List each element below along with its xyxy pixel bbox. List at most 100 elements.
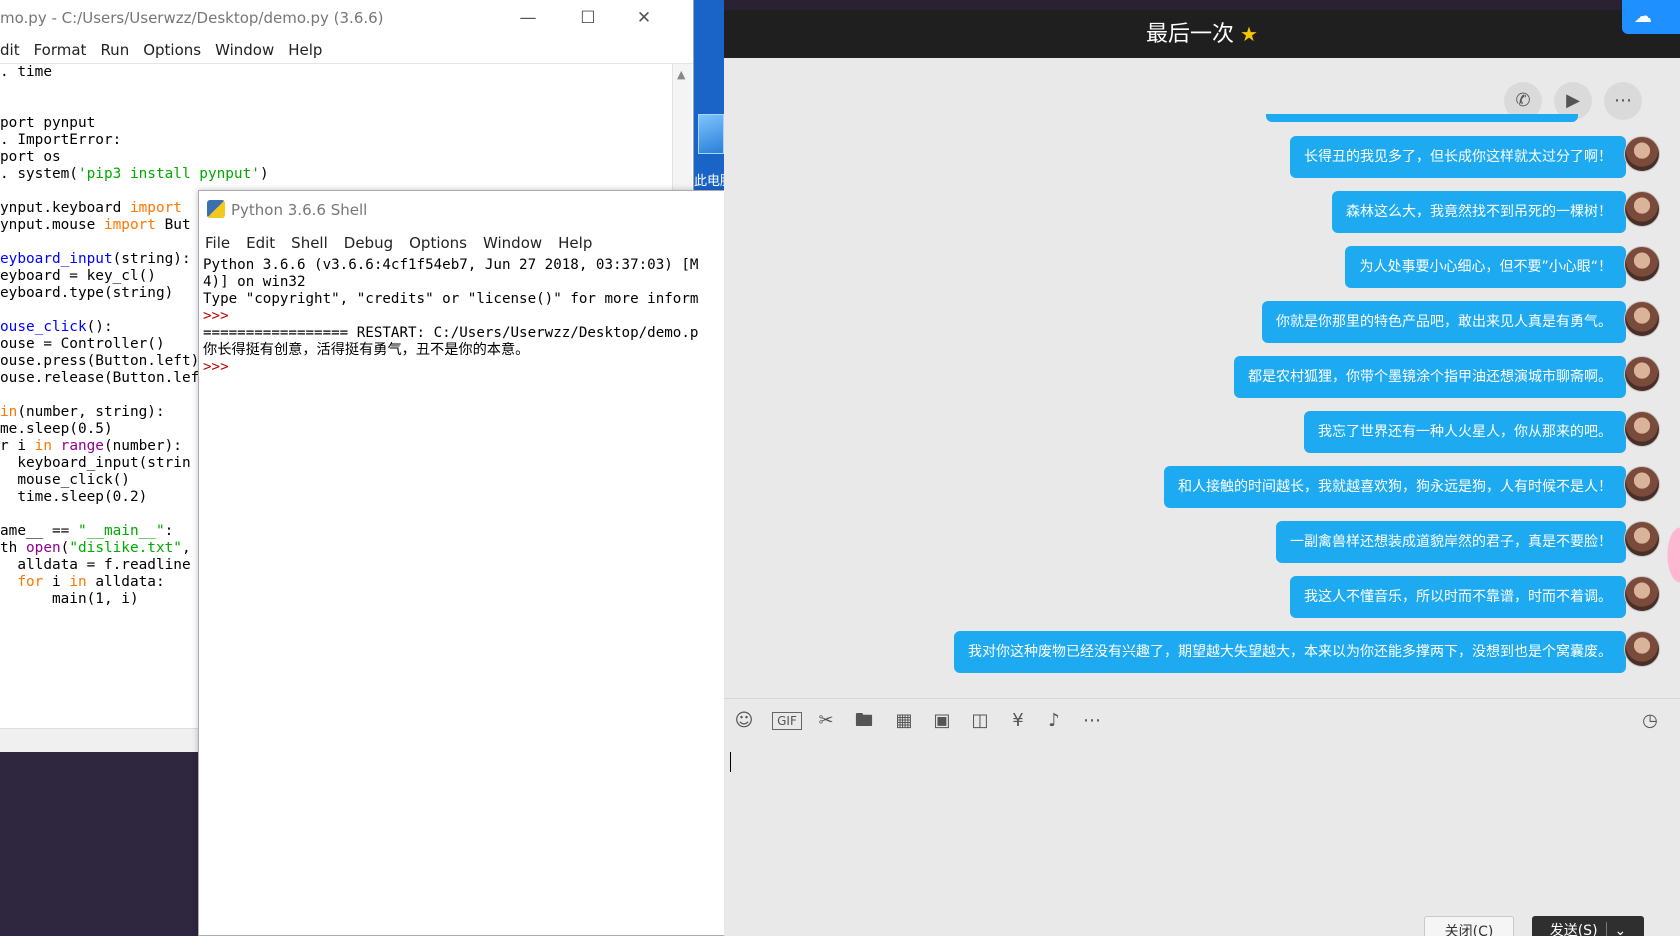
red-packet-icon[interactable]: ¥ <box>1006 709 1030 733</box>
message-row: 一副禽兽样还想装成道貌岸然的君子，真是不要脸！ <box>726 521 1626 563</box>
this-pc-desktop-icon[interactable]: 此电脑 <box>694 108 733 189</box>
shell-title: Python 3.6.6 Shell <box>231 201 368 219</box>
scissors-icon[interactable]: ✂ <box>814 709 838 733</box>
code-line: . ImportError: <box>0 132 122 148</box>
menu-format[interactable]: Format <box>34 41 87 59</box>
message-row: 和人接触的时间越长，我就越喜欢狗，狗永远是狗，人有时候不是人！ <box>726 466 1626 508</box>
avatar[interactable] <box>1624 411 1660 447</box>
shell-prompt: >>> <box>203 308 229 324</box>
message-bubble[interactable]: 我忘了世界还有一种人火星人，你从那来的吧。 <box>1304 411 1626 453</box>
monitor-icon <box>698 114 724 154</box>
chat-window: 最后一次 ★ ✆ ▶ ⋯ 长得丑的我见多了，但长成你这样就太过分了啊！ 森林这么大，… <box>724 10 1680 936</box>
send-button[interactable]: 发送(S) ⌄ <box>1532 916 1644 936</box>
message-row: 我这人不懂音乐，所以时而不靠谱，时而不着调。 <box>726 576 1626 618</box>
menu-run[interactable]: Run <box>100 41 129 59</box>
message-row: 我忘了世界还有一种人火星人，你从那来的吧。 <box>726 411 1626 453</box>
python-shell-window: Python 3.6.6 Shell File Edit Shell Debug… <box>198 190 728 936</box>
music-icon[interactable]: ♪ <box>1042 709 1066 733</box>
code-line: . system('pip3 install pynput') <box>0 166 269 182</box>
shell-output[interactable]: Python 3.6.6 (v3.6.6:4cf1f54eb7, Jun 27 … <box>203 257 727 933</box>
emoji-icon[interactable]: ☺ <box>732 709 756 733</box>
minimize-button[interactable]: — <box>502 4 554 32</box>
avatar[interactable] <box>1624 136 1660 172</box>
message-row: 长得丑的我见多了，但长成你这样就太过分了啊！ <box>726 136 1626 178</box>
code-line: port pynput <box>0 115 96 131</box>
text-caret <box>730 752 731 772</box>
message-bubble[interactable]: 我这人不懂音乐，所以时而不靠谱，时而不着调。 <box>1290 576 1626 618</box>
menu-options[interactable]: Options <box>143 41 201 59</box>
avatar[interactable] <box>1624 631 1660 667</box>
history-clock-icon[interactable]: ◷ <box>1638 709 1662 733</box>
shell-prompt: >>> <box>203 359 229 375</box>
shell-banner-line: Python 3.6.6 (v3.6.6:4cf1f54eb7, Jun 27 … <box>203 257 699 273</box>
menu-window[interactable]: Window <box>215 41 274 59</box>
message-row: 我对你这种废物已经没有兴趣了，期望越大失望越大，本来以为你还能多撑两下，没想到也… <box>726 631 1626 673</box>
restart-line: ================= RESTART: C:/Users/User… <box>203 325 699 341</box>
avatar[interactable] <box>1624 356 1660 392</box>
menu-edit[interactable]: dit <box>0 41 20 59</box>
menu-window[interactable]: Window <box>483 234 542 252</box>
cloud-icon: ☁ <box>1634 6 1652 27</box>
menu-help[interactable]: Help <box>288 41 322 59</box>
code-line: port os <box>0 149 61 165</box>
chevron-down-icon[interactable]: ⌄ <box>1615 923 1627 936</box>
folder-icon[interactable]: 🖿 <box>852 709 876 733</box>
avatar[interactable] <box>1624 466 1660 502</box>
shake-icon[interactable]: ◫ <box>968 709 992 733</box>
message-bubble[interactable]: 和人接触的时间越长，我就越喜欢狗，狗永远是狗，人有时候不是人！ <box>1164 466 1626 508</box>
message-row: 都是农村狐狸，你带个墨镜涂个指甲油还想演城市聊斋啊。 <box>726 356 1626 398</box>
avatar[interactable] <box>1624 191 1660 227</box>
menu-file[interactable]: File <box>205 234 230 252</box>
chat-titlebar: 最后一次 ★ <box>724 10 1680 58</box>
close-chat-button[interactable]: 关闭(C) <box>1424 916 1514 936</box>
message-row: 为人处事要小心细心，但不要”小心眼“！ <box>726 246 1626 288</box>
editor-menubar: dit Format Run Options Window Help <box>0 36 693 64</box>
message-bubble-partial <box>1266 114 1578 122</box>
maximize-button[interactable]: ☐ <box>562 4 614 32</box>
divider <box>1605 922 1607 936</box>
gif-icon[interactable]: GIF <box>772 712 802 730</box>
desktop-wallpaper <box>0 752 200 936</box>
menu-help[interactable]: Help <box>558 234 592 252</box>
scroll-up-icon[interactable]: ▲ <box>677 68 685 81</box>
menu-edit[interactable]: Edit <box>246 234 275 252</box>
avatar[interactable] <box>1624 246 1660 282</box>
message-row: 你就是你那里的特色产品吧，敢出来见人真是有勇气。 <box>726 301 1626 343</box>
program-output: 你长得挺有创意，活得挺有勇气，丑不是你的本意。 <box>203 342 530 358</box>
message-bubble[interactable]: 都是农村狐狸，你带个墨镜涂个指甲油还想演城市聊斋啊。 <box>1234 356 1626 398</box>
message-bubble[interactable]: 我对你这种废物已经没有兴趣了，期望越大失望越大，本来以为你还能多撑两下，没想到也… <box>954 631 1626 673</box>
message-list[interactable]: ✆ ▶ ⋯ 长得丑的我见多了，但长成你这样就太过分了啊！ 森林这么大，我竟然找不到… <box>724 58 1680 798</box>
shell-menubar: File Edit Shell Debug Options Window Hel… <box>199 229 727 257</box>
message-row: 森林这么大，我竟然找不到吊死的一棵树！ <box>726 191 1626 233</box>
message-bubble[interactable]: 长得丑的我见多了，但长成你这样就太过分了啊！ <box>1290 136 1626 178</box>
python-icon <box>207 200 225 218</box>
avatar[interactable] <box>1624 576 1660 612</box>
send-label: 发送(S) <box>1549 923 1598 936</box>
message-bubble[interactable]: 你就是你那里的特色产品吧，敢出来见人真是有勇气。 <box>1262 301 1626 343</box>
avatar[interactable] <box>1624 521 1660 557</box>
chat-toolbar: ☺ GIF ✂ 🖿 ▦ ▣ ◫ ¥ ♪ ⋯ ◷ <box>724 698 1680 742</box>
editor-title: mo.py - C:/Users/Userwzz/Desktop/demo.py… <box>0 9 384 27</box>
menu-shell[interactable]: Shell <box>291 234 328 252</box>
message-bubble[interactable]: 森林这么大，我竟然找不到吊死的一棵树！ <box>1332 191 1626 233</box>
menu-debug[interactable]: Debug <box>344 234 393 252</box>
star-icon: ★ <box>1240 22 1258 46</box>
image-icon[interactable]: ▣ <box>930 709 954 733</box>
message-bubble[interactable]: 为人处事要小心细心，但不要”小心眼“！ <box>1345 246 1626 288</box>
message-bubble[interactable]: 一副禽兽样还想装成道貌岸然的君子，真是不要脸！ <box>1276 521 1626 563</box>
shell-titlebar: Python 3.6.6 Shell <box>199 191 727 229</box>
chat-scrollbar[interactable] <box>1666 168 1674 798</box>
avatar[interactable] <box>1624 301 1660 337</box>
message-input[interactable] <box>724 742 1680 936</box>
more-icon[interactable]: ⋯ <box>1604 82 1642 120</box>
shell-banner-line: Type "copyright", "credits" or "license(… <box>203 291 699 307</box>
more-icon[interactable]: ⋯ <box>1080 709 1104 733</box>
editor-titlebar: mo.py - C:/Users/Userwzz/Desktop/demo.py… <box>0 0 693 36</box>
cloud-widget[interactable]: ☁ <box>1622 0 1680 34</box>
close-button[interactable]: ✕ <box>618 4 670 32</box>
shell-banner-line: 4)] on win32 <box>203 274 306 290</box>
menu-options[interactable]: Options <box>409 234 467 252</box>
photo-album-icon[interactable]: ▦ <box>892 709 916 733</box>
